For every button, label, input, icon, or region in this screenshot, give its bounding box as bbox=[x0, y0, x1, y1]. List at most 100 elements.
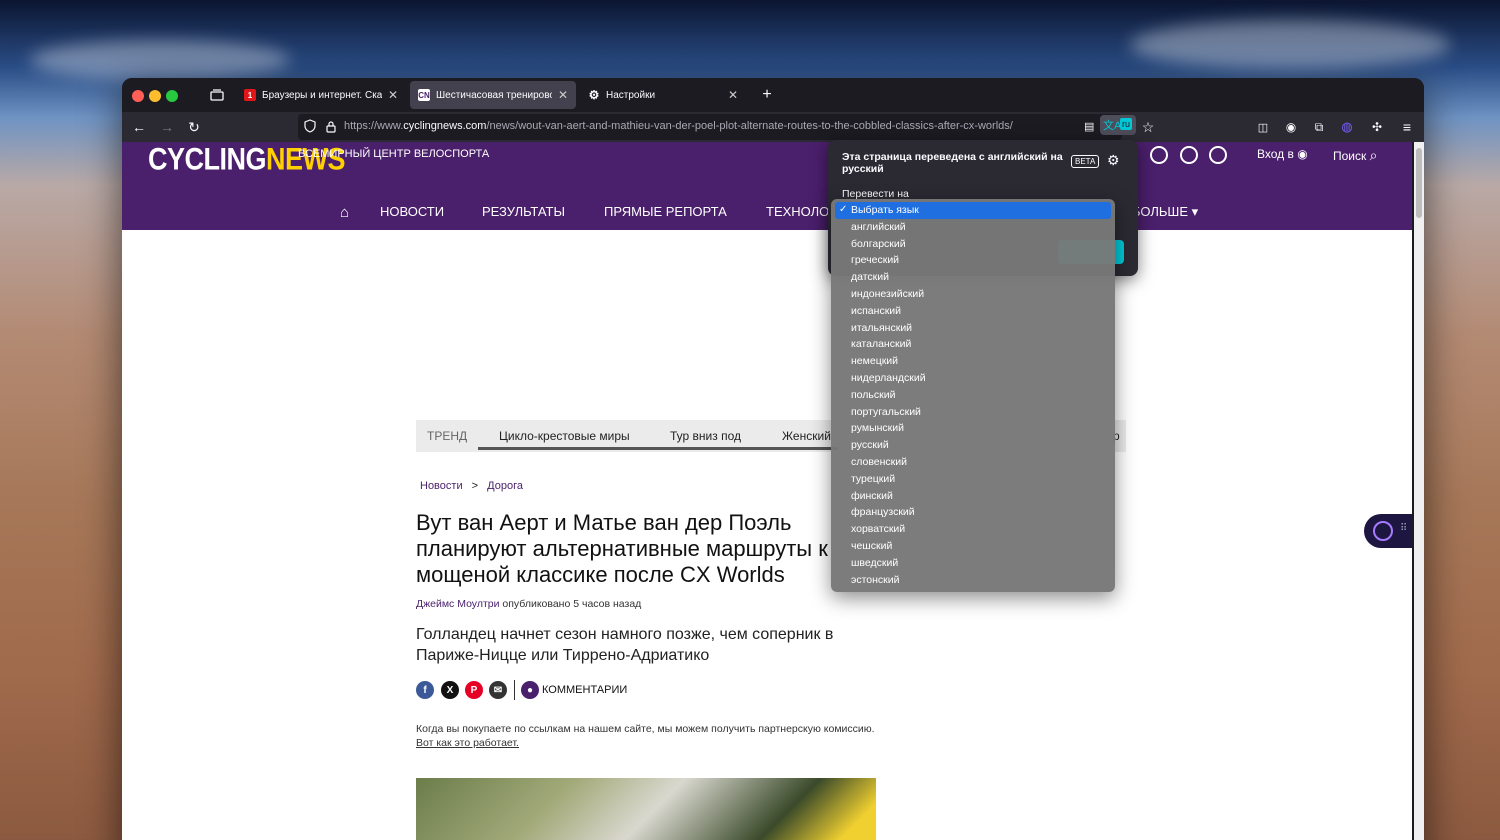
tab-favicon-icon: CN bbox=[418, 89, 430, 101]
url-text[interactable]: https://www.cyclingnews.com/news/wout-va… bbox=[344, 120, 1013, 132]
breadcrumb-separator: > bbox=[471, 480, 479, 492]
language-option-selected[interactable]: ✓ Выбрать язык bbox=[835, 202, 1111, 219]
search-link[interactable]: Поиск ⌕ bbox=[1333, 147, 1377, 164]
nav-item-results[interactable]: РЕЗУЛЬТАТЫ bbox=[482, 204, 565, 219]
author-link[interactable]: Джеймс Моултри bbox=[416, 598, 499, 610]
language-option[interactable]: испанский bbox=[835, 303, 1111, 320]
translation-popup-title: Эта страница переведена с английский на … bbox=[842, 151, 1063, 175]
account-icon[interactable]: ◉ bbox=[1282, 118, 1300, 136]
gear-icon: ⚙ bbox=[588, 88, 600, 102]
instagram-icon[interactable] bbox=[1150, 146, 1168, 164]
forward-arrow-icon[interactable]: → bbox=[158, 118, 176, 136]
breadcrumb-news[interactable]: Новости bbox=[420, 480, 463, 492]
affiliate-how-link[interactable]: Вот как это работает. bbox=[416, 737, 519, 749]
affiliate-text: Когда вы покупаете по ссылкам на нашем с… bbox=[416, 723, 875, 735]
pocket-icon[interactable]: ◫ bbox=[1254, 118, 1272, 136]
language-option[interactable]: финский bbox=[835, 488, 1111, 505]
back-arrow-icon[interactable]: ← bbox=[130, 118, 148, 136]
comments-icon[interactable]: ● bbox=[521, 681, 539, 699]
tab-label: Настройки bbox=[606, 89, 656, 101]
facebook-share-icon[interactable]: f bbox=[416, 681, 434, 699]
language-option[interactable]: турецкий bbox=[835, 471, 1111, 488]
breadcrumb-road[interactable]: Дорога bbox=[487, 480, 523, 492]
page-scrollbar[interactable] bbox=[1414, 142, 1424, 840]
article-byline: Джеймс Моултри опубликовано 5 часов наза… bbox=[416, 598, 641, 610]
floating-assistant-button[interactable]: ⠿ bbox=[1364, 514, 1412, 548]
gear-icon[interactable]: ⚙ bbox=[1107, 152, 1120, 169]
language-option[interactable]: польский bbox=[835, 387, 1111, 404]
nav-item-live[interactable]: ПРЯМЫЕ РЕПОРТА bbox=[604, 204, 727, 219]
language-option[interactable]: английский bbox=[835, 219, 1111, 236]
tab-overview-icon[interactable] bbox=[208, 86, 226, 104]
language-option[interactable]: датский bbox=[835, 269, 1111, 286]
minimize-window-button[interactable] bbox=[149, 90, 161, 102]
language-option[interactable]: греческий bbox=[835, 252, 1111, 269]
language-option[interactable]: эстонский bbox=[835, 572, 1111, 589]
comments-link[interactable]: КОММЕНТАРИИ bbox=[542, 684, 627, 696]
language-option[interactable]: шведский bbox=[835, 555, 1111, 572]
language-option[interactable]: нидерландский bbox=[835, 370, 1111, 387]
beta-badge: BETA bbox=[1071, 155, 1100, 168]
x-share-icon[interactable]: X bbox=[441, 681, 459, 699]
language-option[interactable]: болгарский bbox=[835, 236, 1111, 253]
address-bar[interactable]: https://www.cyclingnews.com/news/wout-va… bbox=[298, 114, 1122, 140]
trending-item[interactable]: Женский bbox=[782, 429, 831, 443]
language-option[interactable]: португальский bbox=[835, 404, 1111, 421]
new-tab-button[interactable]: + bbox=[758, 86, 776, 104]
extension-orb-icon[interactable]: ◍ bbox=[1338, 118, 1356, 136]
hamburger-menu-icon[interactable]: ≡ bbox=[1398, 118, 1416, 136]
wallpaper-cloud bbox=[1130, 20, 1450, 70]
close-tab-icon[interactable]: ✕ bbox=[728, 88, 738, 102]
flipboard-icon[interactable] bbox=[1209, 146, 1227, 164]
login-label: Вход в bbox=[1257, 147, 1294, 161]
bookmark-star-icon[interactable]: ☆ bbox=[1139, 118, 1157, 136]
language-dropdown[interactable]: ✓ Выбрать язык английский болгарский гречес… bbox=[831, 199, 1115, 592]
pinterest-share-icon[interactable]: P bbox=[465, 681, 483, 699]
trending-item[interactable]: Цикло-крестовые миры bbox=[499, 429, 630, 443]
translate-button[interactable]: 文A ru bbox=[1100, 115, 1136, 135]
youtube-icon[interactable] bbox=[1180, 146, 1198, 164]
language-option[interactable]: словенский bbox=[835, 454, 1111, 471]
home-icon[interactable]: ⌂ bbox=[340, 204, 349, 221]
tab-settings[interactable]: ⚙ Настройки ✕ bbox=[580, 81, 746, 109]
nav-item-more[interactable]: БОЛЬШЕ ▾ bbox=[1132, 204, 1198, 220]
tab-cyclingnews[interactable]: CN Шестичасовая тренировочная ✕ bbox=[410, 81, 576, 109]
language-option[interactable]: французский bbox=[835, 504, 1111, 521]
close-window-button[interactable] bbox=[132, 90, 144, 102]
scrollbar-thumb[interactable] bbox=[1416, 148, 1422, 218]
translate-lang-badge: ru bbox=[1120, 118, 1133, 130]
language-option[interactable]: итальянский bbox=[835, 320, 1111, 337]
user-icon: ◉ bbox=[1297, 147, 1308, 161]
extensions-icon[interactable]: ⧉ bbox=[1310, 118, 1328, 136]
language-option[interactable]: каталанский bbox=[835, 336, 1111, 353]
language-option[interactable]: хорватский bbox=[835, 521, 1111, 538]
extension-tool-icon[interactable]: ✣ bbox=[1368, 118, 1386, 136]
language-options-list: английский болгарский греческий датский индо… bbox=[835, 219, 1111, 589]
language-option[interactable]: чешский bbox=[835, 538, 1111, 555]
reload-icon[interactable]: ↻ bbox=[185, 118, 203, 136]
lock-icon[interactable] bbox=[326, 120, 336, 138]
close-tab-icon[interactable]: ✕ bbox=[388, 88, 398, 102]
maximize-window-button[interactable] bbox=[166, 90, 178, 102]
nav-item-news[interactable]: НОВОСТИ bbox=[380, 204, 444, 219]
tab-browsers[interactable]: 1 Браузеры и интернет. Скачать ✕ bbox=[236, 81, 406, 109]
language-option[interactable]: русский bbox=[835, 437, 1111, 454]
article-hero-image bbox=[416, 778, 876, 840]
language-option[interactable]: индонезийский bbox=[835, 286, 1111, 303]
close-tab-icon[interactable]: ✕ bbox=[558, 88, 568, 102]
login-link[interactable]: Вход в ◉ bbox=[1257, 147, 1308, 161]
site-tagline: ВСЕМИРНЫЙ ЦЕНТР ВЕЛОСПОРТА bbox=[298, 148, 490, 160]
language-option[interactable]: румынский bbox=[835, 420, 1111, 437]
checkmark-icon: ✓ bbox=[839, 204, 848, 215]
shield-icon[interactable] bbox=[304, 119, 316, 138]
language-option-label: Выбрать язык bbox=[851, 204, 919, 216]
language-option[interactable]: немецкий bbox=[835, 353, 1111, 370]
reader-view-icon[interactable]: ▤ bbox=[1084, 120, 1094, 133]
affiliate-notice: Когда вы покупаете по ссылкам на нашем с… bbox=[416, 722, 886, 750]
drag-handle-icon[interactable]: ⠿ bbox=[1400, 523, 1407, 534]
trending-item[interactable]: Тур вниз под bbox=[670, 429, 741, 443]
site-header: CYCLINGNEWS ВСЕМИРНЫЙ ЦЕНТР ВЕЛОСПОРТА В… bbox=[122, 142, 1412, 230]
nav-item-tech[interactable]: ТЕХНОЛО bbox=[766, 204, 829, 219]
share-divider bbox=[514, 680, 515, 700]
email-share-icon[interactable]: ✉ bbox=[489, 681, 507, 699]
